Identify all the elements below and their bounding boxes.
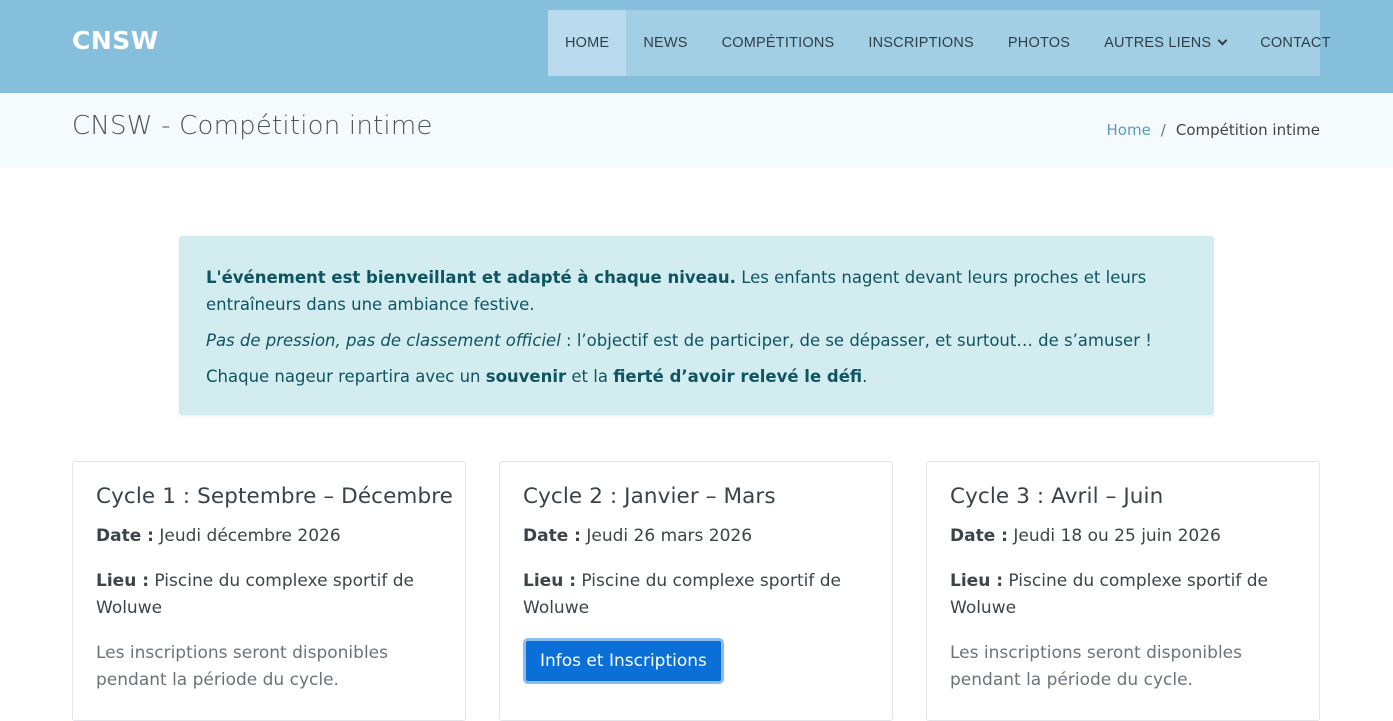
chevron-down-icon (1217, 35, 1228, 45)
date-value: Jeudi 26 mars 2026 (580, 526, 753, 546)
nav-autres-liens[interactable]: AUTRES LIENS (1087, 10, 1243, 76)
site-logo[interactable]: CNSW (72, 26, 159, 55)
card-note: Les inscriptions seront disponibles pend… (950, 643, 1242, 690)
page-title: CNSW - Compétition intime (72, 111, 433, 141)
card-note: Les inscriptions seront disponibles pend… (96, 643, 388, 690)
nav-competitions[interactable]: COMPÉTITIONS (705, 10, 852, 76)
card-date: Date : Jeudi 18 ou 25 juin 2026 (950, 523, 1297, 550)
date-value: Jeudi 18 ou 25 juin 2026 (1007, 526, 1221, 546)
card-title: Cycle 1 : Septembre – Décembre (96, 484, 453, 509)
alert-text-3c: et la (566, 367, 614, 386)
nav-photos[interactable]: PHOTOS (991, 10, 1087, 76)
date-label: Date : (523, 526, 581, 546)
alert-paragraph-1: L'événement est bienveillant et adapté à… (206, 264, 1187, 318)
alert-italic: Pas de pression, pas de classement offic… (206, 331, 561, 350)
card-title: Cycle 3 : Avril – Juin (950, 484, 1164, 509)
lieu-label: Lieu : (950, 571, 1004, 591)
breadcrumb: Home / Compétition intime (1107, 121, 1321, 139)
card-date: Date : Jeudi 26 mars 2026 (523, 523, 870, 550)
lieu-label: Lieu : (96, 571, 150, 591)
cycle-card-3: Cycle 3 : Avril – Juin Date : Jeudi 18 o… (926, 461, 1320, 721)
card-title: Cycle 2 : Janvier – Mars (523, 484, 776, 509)
nav-news[interactable]: NEWS (626, 10, 704, 76)
site-header: CNSW HOME NEWS COMPÉTITIONS INSCRIPTIONS… (0, 0, 1393, 93)
nav-inscriptions[interactable]: INSCRIPTIONS (851, 10, 991, 76)
card-lieu: Lieu : Piscine du complexe sportif de Wo… (96, 568, 443, 622)
cycle-card-2: Cycle 2 : Janvier – Mars Date : Jeudi 26… (499, 461, 893, 721)
alert-bold-intro: L'événement est bienveillant et adapté à… (206, 268, 736, 287)
nav-autres-liens-label: AUTRES LIENS (1104, 35, 1212, 51)
alert-text-3a: Chaque nageur repartira avec un (206, 367, 486, 386)
alert-text-3d: . (862, 367, 868, 386)
page-title-bar: CNSW - Compétition intime Home / Compétiti… (0, 93, 1393, 168)
nav-contact[interactable]: CONTACT (1243, 10, 1347, 76)
alert-bold-souvenir: souvenir (485, 367, 567, 386)
breadcrumb-separator: / (1160, 121, 1166, 139)
alert-paragraph-3: Chaque nageur repartira avec un souvenir… (206, 363, 1187, 390)
lieu-label: Lieu : (523, 571, 577, 591)
cycle-card-1: Cycle 1 : Septembre – Décembre Date : Je… (72, 461, 466, 721)
date-label: Date : (96, 526, 154, 546)
alert-bold-fierte: fierté d’avoir relevé le défi (613, 367, 863, 386)
breadcrumb-current: Compétition intime (1175, 121, 1320, 139)
alert-text-2: : l’objectif est de participer, de se dé… (560, 331, 1152, 350)
nav-home[interactable]: HOME (548, 10, 627, 76)
date-value: Jeudi décembre 2026 (153, 526, 341, 546)
card-date: Date : Jeudi décembre 2026 (96, 523, 443, 550)
alert-paragraph-2: Pas de pression, pas de classement offic… (206, 327, 1187, 354)
main-nav: HOME NEWS COMPÉTITIONS INSCRIPTIONS PHOT… (548, 10, 1330, 76)
breadcrumb-home-link[interactable]: Home (1107, 121, 1151, 139)
info-alert: L'événement est bienveillant et adapté à… (179, 236, 1214, 415)
infos-inscriptions-button[interactable]: Infos et Inscriptions (523, 638, 724, 684)
date-label: Date : (950, 526, 1008, 546)
card-lieu: Lieu : Piscine du complexe sportif de Wo… (523, 568, 870, 622)
card-lieu: Lieu : Piscine du complexe sportif de Wo… (950, 568, 1297, 622)
